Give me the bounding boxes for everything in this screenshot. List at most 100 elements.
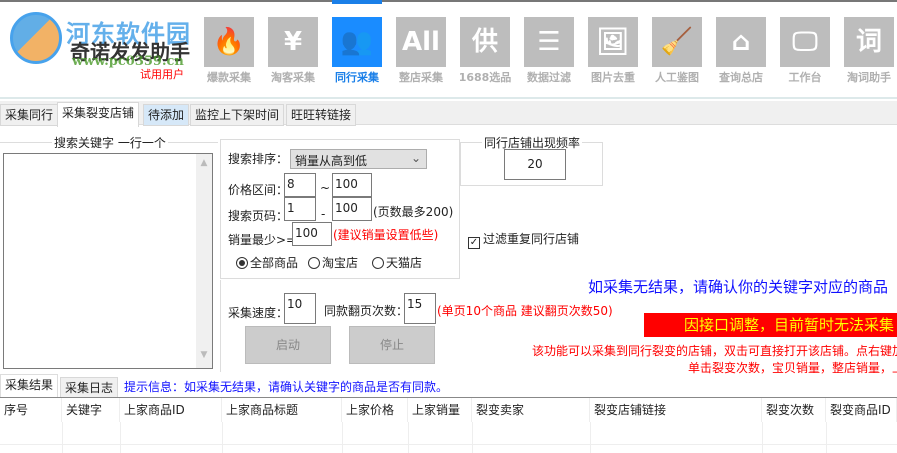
nav-label: 查询总店 (719, 71, 763, 84)
tab-collect-fission-shops[interactable]: 采集裂变店铺 (57, 102, 140, 127)
nav-item-7[interactable]: 🧹 人工鉴图 (652, 6, 702, 88)
column-header[interactable]: 裂变卖家 (472, 398, 590, 422)
column-divider (222, 422, 223, 453)
users-icon: 👥 (332, 17, 382, 67)
nav-label: 工作台 (788, 71, 822, 84)
page-separator: - (321, 207, 326, 221)
flame-icon: 🔥 (204, 17, 254, 67)
radio-icon (308, 257, 320, 269)
same-pages-label: 同款翻页次数： (324, 304, 409, 318)
tab-wangwang-link[interactable]: 旺旺转链接 (286, 104, 357, 126)
column-header[interactable]: 裂变次数 (762, 398, 826, 422)
column-divider (762, 422, 763, 453)
speed-label: 采集速度： (228, 306, 289, 320)
nav-item-8[interactable]: ⌂ 查询总店 (716, 6, 766, 88)
nav-label: 1688选品 (458, 71, 512, 84)
supply-icon: 供 (460, 17, 510, 67)
page-note: (页数最多200) (373, 205, 454, 219)
notice-blue: 如采集无结果，请确认你的关键字对应的商品 (588, 278, 889, 296)
nav-item-2[interactable]: 👥 同行采集 (332, 0, 382, 88)
radio-label: 全部商品 (250, 256, 299, 270)
nav-label: 数据过滤 (527, 71, 571, 84)
logo-icon (10, 12, 62, 64)
tab-bar: 采集同行 采集裂变店铺 待添加 监控上下架时间 旺旺转链接 (0, 101, 897, 127)
checkbox-label: 过滤重复同行店铺 (483, 232, 580, 246)
divider (220, 280, 221, 372)
radio-label: 天猫店 (386, 256, 423, 270)
nav-item-5[interactable]: ☰ 数据过滤 (524, 6, 574, 88)
sales-min-input[interactable]: 100 (292, 222, 332, 246)
column-header[interactable]: 序号 (0, 398, 62, 422)
tab-collect-peers[interactable]: 采集同行 (0, 104, 59, 126)
sort-label: 搜索排序： (228, 152, 289, 166)
page-max-input[interactable]: 100 (332, 197, 372, 221)
column-header[interactable]: 上家价格 (342, 398, 408, 422)
nav-label: 整店采集 (399, 71, 443, 84)
user-status: 试用用户 (140, 68, 184, 81)
nav-label: 爆款采集 (207, 71, 251, 84)
keywords-textarea[interactable] (3, 153, 213, 369)
window-top-border (0, 0, 897, 2)
column-divider (826, 422, 827, 453)
nav-item-9[interactable]: 🖵 工作台 (780, 6, 830, 88)
keywords-label: 搜索关键字 一行一个 (52, 134, 168, 151)
info-text-2: 单击裂变次数，宝贝销量，整店销量，上 (688, 361, 897, 375)
column-header[interactable]: 上家销量 (408, 398, 472, 422)
checkmark-icon: ✓ (468, 237, 480, 249)
sweeper-icon: 🧹 (652, 17, 702, 67)
column-header[interactable]: 上家商品标题 (222, 398, 342, 422)
column-divider (472, 422, 473, 453)
nav-item-10[interactable]: 词淘词助手 (844, 6, 894, 88)
sort-select[interactable]: 销量从高到低 ⌄ (290, 149, 427, 169)
filter-duplicate-checkbox[interactable]: ✓ 过滤重复同行店铺 (468, 230, 579, 249)
warning-banner: 因接口调整，目前暂时无法采集 (644, 313, 897, 337)
column-divider (62, 422, 63, 453)
tab-monitor-listing-time[interactable]: 监控上下架时间 (190, 104, 285, 126)
keywords-scrollbar[interactable]: ▲ ▼ (196, 154, 212, 368)
nav-divider (0, 97, 897, 99)
page-min-input[interactable]: 1 (284, 197, 316, 221)
sales-min-label: 销量最少>= (228, 233, 297, 247)
same-pages-input[interactable]: 15 (404, 293, 436, 324)
radio-icon (236, 257, 248, 269)
radio-icon (372, 257, 384, 269)
nav-item-6[interactable]: 🖼 图片去重 (588, 6, 638, 88)
radio-taobao[interactable]: 淘宝店 (308, 254, 358, 271)
nav-item-4[interactable]: 供 1688选品 (459, 6, 511, 88)
nav-item-1[interactable]: ¥ 淘客采集 (268, 6, 318, 88)
tab-pending[interactable]: 待添加 (143, 104, 190, 126)
column-header[interactable]: 裂变商品ID (826, 398, 897, 422)
price-max-input[interactable]: 100 (332, 173, 372, 197)
yen-icon: ¥ (268, 17, 318, 67)
all-icon: All (396, 17, 446, 67)
nav-label: 同行采集 (335, 71, 379, 84)
column-header[interactable]: 上家商品ID (120, 398, 222, 422)
column-divider (120, 422, 121, 453)
filter-search-icon: ☰ (524, 17, 574, 67)
column-divider (408, 422, 409, 453)
sort-value: 销量从高到低 (295, 154, 368, 168)
image-icon: 🖼 (588, 17, 638, 67)
nav-item-3[interactable]: All 整店采集 (396, 6, 446, 88)
nav-item-0[interactable]: 🔥 爆款采集 (204, 6, 254, 88)
price-min-input[interactable]: 8 (284, 173, 316, 197)
hint-text: 提示信息：如采集无结果，请确认关键字的商品是否有同款。 (124, 380, 449, 394)
page-label: 搜索页码： (228, 209, 289, 223)
tab-log[interactable]: 采集日志 (60, 377, 119, 398)
radio-all-products[interactable]: 全部商品 (236, 254, 298, 271)
tab-results[interactable]: 采集结果 (0, 374, 59, 398)
column-header[interactable]: 关键字 (62, 398, 120, 422)
monitor-icon: 🖵 (780, 17, 830, 67)
price-label: 价格区间： (228, 183, 289, 197)
radio-label: 淘宝店 (322, 256, 359, 270)
sales-note: (建议销量设置低些) (333, 228, 439, 242)
speed-input[interactable]: 10 (284, 293, 316, 324)
nav-label: 图片去重 (591, 71, 635, 84)
radio-tmall[interactable]: 天猫店 (372, 254, 422, 271)
chevron-down-icon: ⌄ (410, 151, 421, 165)
stop-button[interactable]: 停止 (349, 326, 435, 364)
table-row[interactable] (0, 444, 897, 445)
frequency-input[interactable]: 20 (504, 149, 566, 180)
column-header[interactable]: 裂变店铺链接 (590, 398, 762, 422)
start-button[interactable]: 启动 (245, 326, 331, 364)
